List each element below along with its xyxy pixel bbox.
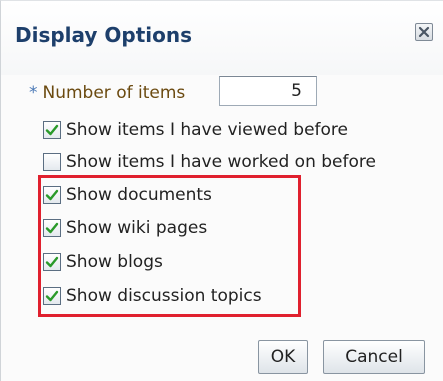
checkmark-icon bbox=[45, 124, 59, 136]
cancel-button[interactable]: Cancel bbox=[323, 340, 425, 374]
number-of-items-row: * Number of items bbox=[29, 76, 185, 110]
required-marker: * bbox=[29, 82, 38, 103]
option-row-viewed-before[interactable]: Show items I have viewed before bbox=[43, 118, 348, 142]
checkbox-viewed-before[interactable] bbox=[43, 121, 61, 139]
close-icon[interactable] bbox=[415, 23, 433, 41]
highlight-box bbox=[38, 175, 301, 317]
option-label: Show items I have viewed before bbox=[66, 120, 348, 140]
checkbox-worked-on-before[interactable] bbox=[43, 153, 61, 171]
ok-button[interactable]: OK bbox=[258, 340, 308, 374]
number-of-items-input[interactable] bbox=[219, 76, 317, 106]
dialog-title: Display Options bbox=[15, 23, 193, 47]
option-row-worked-on-before[interactable]: Show items I have worked on before bbox=[43, 150, 376, 174]
display-options-dialog: Display Options * Number of items Show i… bbox=[0, 0, 443, 381]
number-of-items-label: Number of items bbox=[42, 83, 186, 103]
dialog-title-bar: Display Options bbox=[1, 1, 443, 75]
option-label: Show items I have worked on before bbox=[66, 152, 376, 172]
